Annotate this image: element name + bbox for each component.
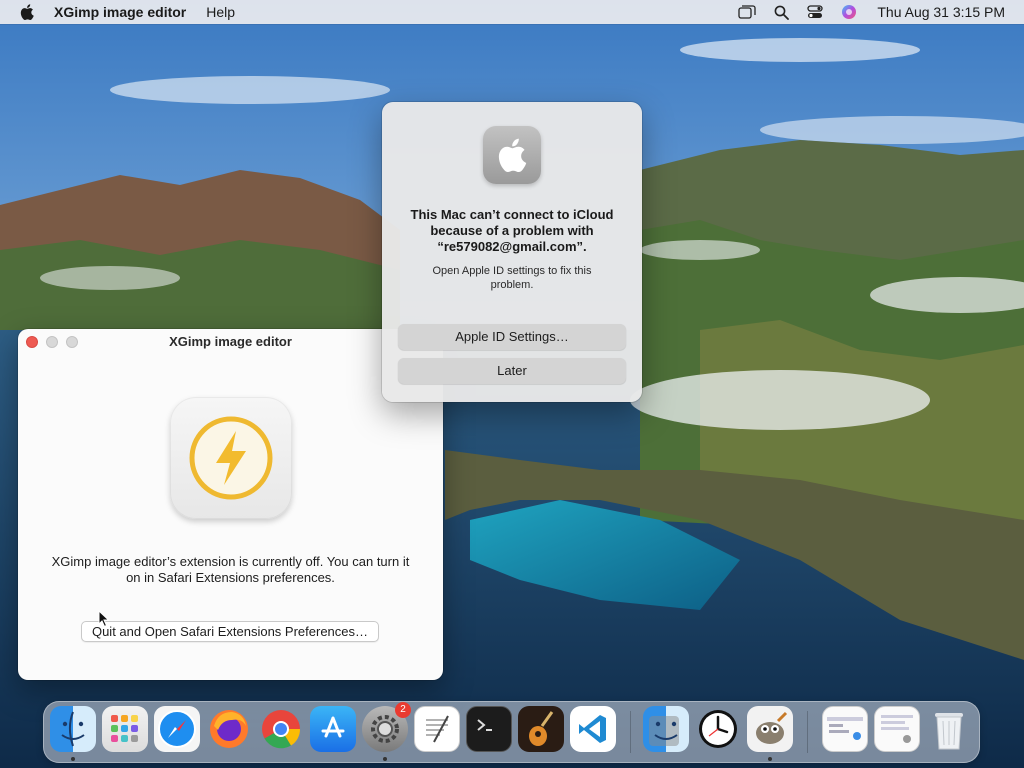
dock-document-1[interactable] xyxy=(822,706,868,752)
safari-icon xyxy=(154,706,200,752)
app-store-icon xyxy=(310,706,356,752)
dock-separator xyxy=(630,711,631,753)
later-button[interactable]: Later xyxy=(398,358,626,384)
window-title: XGimp image editor xyxy=(169,334,292,349)
menu-clock[interactable]: Thu Aug 31 3:15 PM xyxy=(877,4,1005,20)
launchpad-icon xyxy=(102,706,148,752)
apple-menu-icon[interactable] xyxy=(19,4,35,20)
menu-app-name[interactable]: XGimp image editor xyxy=(54,4,186,20)
window-overlap-icon[interactable] xyxy=(737,4,757,20)
dock-finder-alt[interactable] xyxy=(643,706,689,752)
dock-finder[interactable] xyxy=(50,706,96,761)
trash-icon xyxy=(926,706,972,752)
dock-garageband[interactable] xyxy=(518,706,564,752)
vscode-icon xyxy=(570,706,616,752)
finder-icon xyxy=(50,706,96,752)
lightning-bolt-icon xyxy=(170,397,292,519)
document-thumbnail-icon xyxy=(874,706,920,752)
clock-icon xyxy=(695,706,741,752)
dock-textedit[interactable] xyxy=(414,706,460,752)
dock-safari[interactable] xyxy=(154,706,200,752)
firefox-icon xyxy=(206,706,252,752)
extension-message: XGimp image editor’s extension is curren… xyxy=(51,554,410,585)
window-titlebar[interactable]: XGimp image editor xyxy=(18,329,443,355)
mouse-cursor-icon xyxy=(98,609,110,633)
dock-firefox[interactable] xyxy=(206,706,252,752)
notification-badge: 2 xyxy=(395,702,411,718)
dock-trash[interactable] xyxy=(926,706,972,752)
alert-body: Open Apple ID settings to fix this probl… xyxy=(432,265,592,291)
dock-gimp[interactable] xyxy=(747,706,793,761)
textedit-icon xyxy=(414,706,460,752)
control-center-icon[interactable] xyxy=(805,4,825,20)
running-indicator xyxy=(71,757,75,761)
icloud-alert: This Mac can’t connect to iCloud because… xyxy=(382,102,642,402)
apple-logo-icon xyxy=(483,126,541,184)
dock-terminal[interactable] xyxy=(466,706,512,752)
dock-app-store[interactable] xyxy=(310,706,356,752)
dock-clock[interactable] xyxy=(695,706,741,752)
siri-icon[interactable] xyxy=(839,4,859,20)
dock-launchpad[interactable] xyxy=(102,706,148,752)
terminal-icon xyxy=(466,706,512,752)
dock-separator xyxy=(807,711,808,753)
menu-help[interactable]: Help xyxy=(206,4,235,20)
open-safari-preferences-button[interactable]: Quit and Open Safari Extensions Preferen… xyxy=(81,621,379,642)
dock-system-preferences[interactable]: 2 xyxy=(362,702,411,761)
gimp-icon xyxy=(747,706,793,752)
dock-chrome[interactable] xyxy=(258,706,304,752)
alert-title: This Mac can’t connect to iCloud because… xyxy=(410,207,614,254)
running-indicator xyxy=(768,757,772,761)
search-icon[interactable] xyxy=(771,4,791,20)
dock-vscode[interactable] xyxy=(570,706,616,752)
guitar-icon xyxy=(518,706,564,752)
menu-bar: XGimp image editor Help Thu Aug 31 3:15 … xyxy=(0,0,1024,24)
dock-document-2[interactable] xyxy=(874,706,920,752)
finder-alt-icon xyxy=(643,706,689,752)
document-thumbnail-icon xyxy=(822,706,868,752)
running-indicator xyxy=(383,757,387,761)
dock: 2 xyxy=(43,701,980,763)
apple-id-settings-button[interactable]: Apple ID Settings… xyxy=(398,324,626,350)
xgimp-window: XGimp image editor XGimp image editor’s … xyxy=(18,329,443,680)
chrome-icon xyxy=(258,706,304,752)
